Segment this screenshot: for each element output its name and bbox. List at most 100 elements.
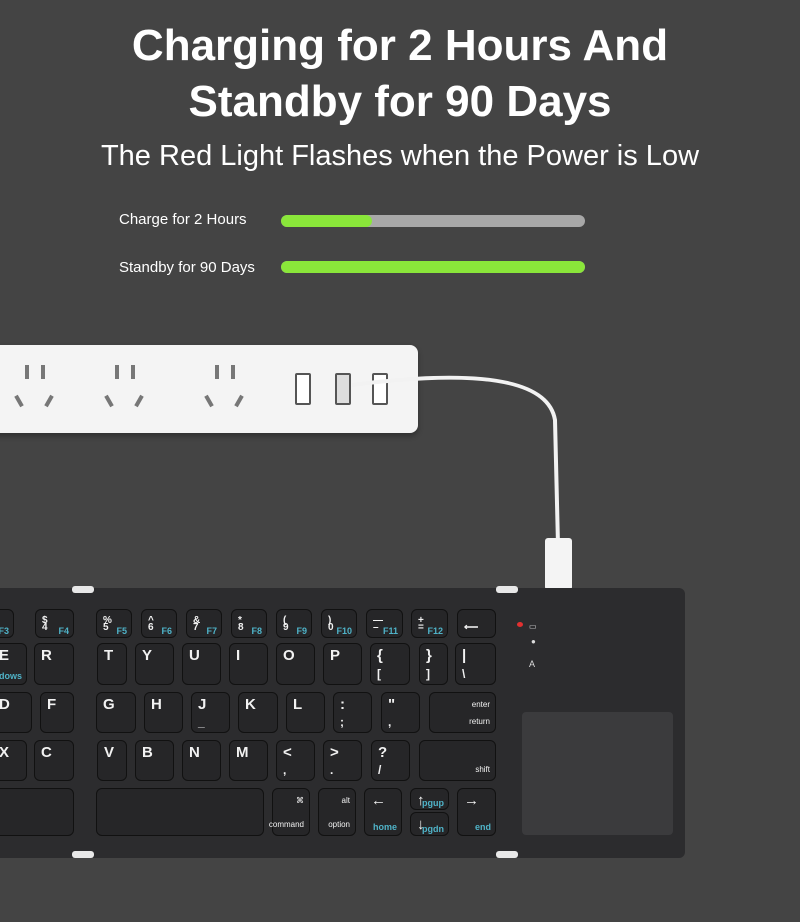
key[interactable]: N [182,740,221,781]
key[interactable]: D [0,692,32,733]
key[interactable]: >. [323,740,362,781]
key[interactable]: ← home [364,788,402,836]
key-primary-label: J [198,696,207,713]
key-primary-label: N [189,744,200,761]
key[interactable]: + = F12 [411,609,448,638]
hinge [72,851,94,858]
key[interactable]: * 8 F8 [231,609,267,638]
usb-c-plug [545,538,572,590]
key-fn-label: end [474,822,491,832]
key-primary-label: X [0,744,10,761]
key-primary-label: M [236,744,249,761]
key-primary-label: L [293,696,303,713]
key[interactable]: (9 F9 [276,609,312,638]
key[interactable]: J _ [191,692,230,733]
key-secondary-label: = [418,622,424,633]
key[interactable]: U [182,643,221,685]
key[interactable]: G [96,692,136,733]
key[interactable]: F3 [0,609,14,638]
key[interactable]: V [97,740,127,781]
key-secondary-label: command [268,820,304,829]
key-primary-label: P [330,647,341,664]
key-primary-label: V [104,744,115,761]
key[interactable]: P [323,643,362,685]
key-secondary-label: 6 [148,622,154,633]
key-primary-label: B [142,744,153,761]
key-primary-label: Y [142,647,153,664]
key-primary-label: > [330,744,339,761]
key-primary-label: enter [471,700,490,709]
key-secondary-label: 8 [238,622,244,633]
key[interactable]: K [238,692,278,733]
key-primary-label: I [236,647,241,664]
key[interactable]: Endows [0,643,27,685]
key-fn-label: home [372,822,397,832]
key[interactable] [0,788,74,836]
key[interactable]: ^ 6 F6 [141,609,177,638]
touchpad[interactable] [522,712,673,835]
key-primary-label: ⌘ [296,796,304,805]
key-primary-label: E [0,647,10,664]
key[interactable]: :; [333,692,372,733]
key[interactable]: <, [276,740,315,781]
key-primary-label: R [41,647,52,664]
key[interactable]: ↑ pgup [410,788,449,810]
key-secondary-label: ] [426,667,430,681]
key-fn-label: F3 [0,626,9,636]
key[interactable]: ⌘ command [268,788,310,836]
key[interactable]: ) 0 F10 [321,609,357,638]
key-fn-label: F7 [206,626,217,636]
key[interactable]: — – F11 [366,609,403,638]
key[interactable]: O [276,643,315,685]
key[interactable]: X [0,740,27,781]
key-secondary-label: option [328,820,350,829]
key[interactable]: ⟵ [457,609,496,638]
key-secondary-label: 4 [42,622,48,633]
key-primary-label: C [41,744,52,761]
key-secondary-label: 7 [193,622,199,633]
key[interactable]: enter return [429,692,496,733]
key[interactable]: C [34,740,74,781]
key-primary-label: U [189,647,200,664]
key[interactable]: | \ [455,643,496,685]
key-primary-label: ? [378,744,388,761]
key[interactable]: }] [419,643,448,685]
key[interactable]: F [40,692,74,733]
key-secondary-label: [ [377,667,381,681]
key[interactable]: L [286,692,325,733]
key-secondary-label: ⟵ [464,622,479,633]
key-primary-label: → [464,792,479,809]
key-primary-label: } [426,647,432,664]
key-fn-label: ndows [0,671,22,681]
key[interactable]: ? / [371,740,410,781]
key[interactable]: H [144,692,183,733]
key[interactable]: & 7 F7 [186,609,222,638]
key[interactable]: M [229,740,268,781]
key[interactable]: alt option [318,788,356,836]
key[interactable]: ↓ pgdn [410,812,449,836]
key[interactable]: I [229,643,268,685]
key[interactable]: T [97,643,127,685]
key[interactable]: Y [135,643,174,685]
key-secondary-label: shift [475,765,490,774]
key-secondary-label: ; [340,715,344,729]
key-fn-label: F6 [161,626,172,636]
key[interactable]: → end [457,788,496,836]
key[interactable] [96,788,264,836]
key-primary-label: : [340,696,345,713]
key[interactable]: shift [419,740,496,781]
key[interactable]: B [135,740,174,781]
key[interactable]: % 5 F5 [96,609,132,638]
key-secondary-label: return [469,717,490,726]
key[interactable]: R [34,643,74,685]
key[interactable]: $4 F4 [35,609,74,638]
key-secondary-label: \ [462,667,466,681]
key-primary-label: T [104,647,114,664]
caps-lock-icon: A [529,659,536,669]
key-fn-label: F10 [336,626,352,636]
key[interactable]: {[ [370,643,410,685]
key-primary-label: < [283,744,292,761]
key-secondary-label: , [283,763,287,777]
key-fn-label: F12 [427,626,443,636]
key[interactable]: ", [381,692,420,733]
